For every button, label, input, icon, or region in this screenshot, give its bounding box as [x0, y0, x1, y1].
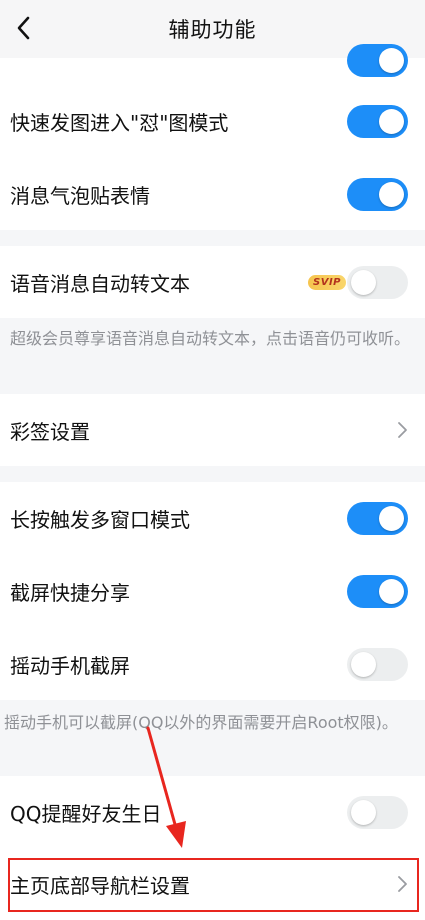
- annotation-arrow: [146, 726, 186, 848]
